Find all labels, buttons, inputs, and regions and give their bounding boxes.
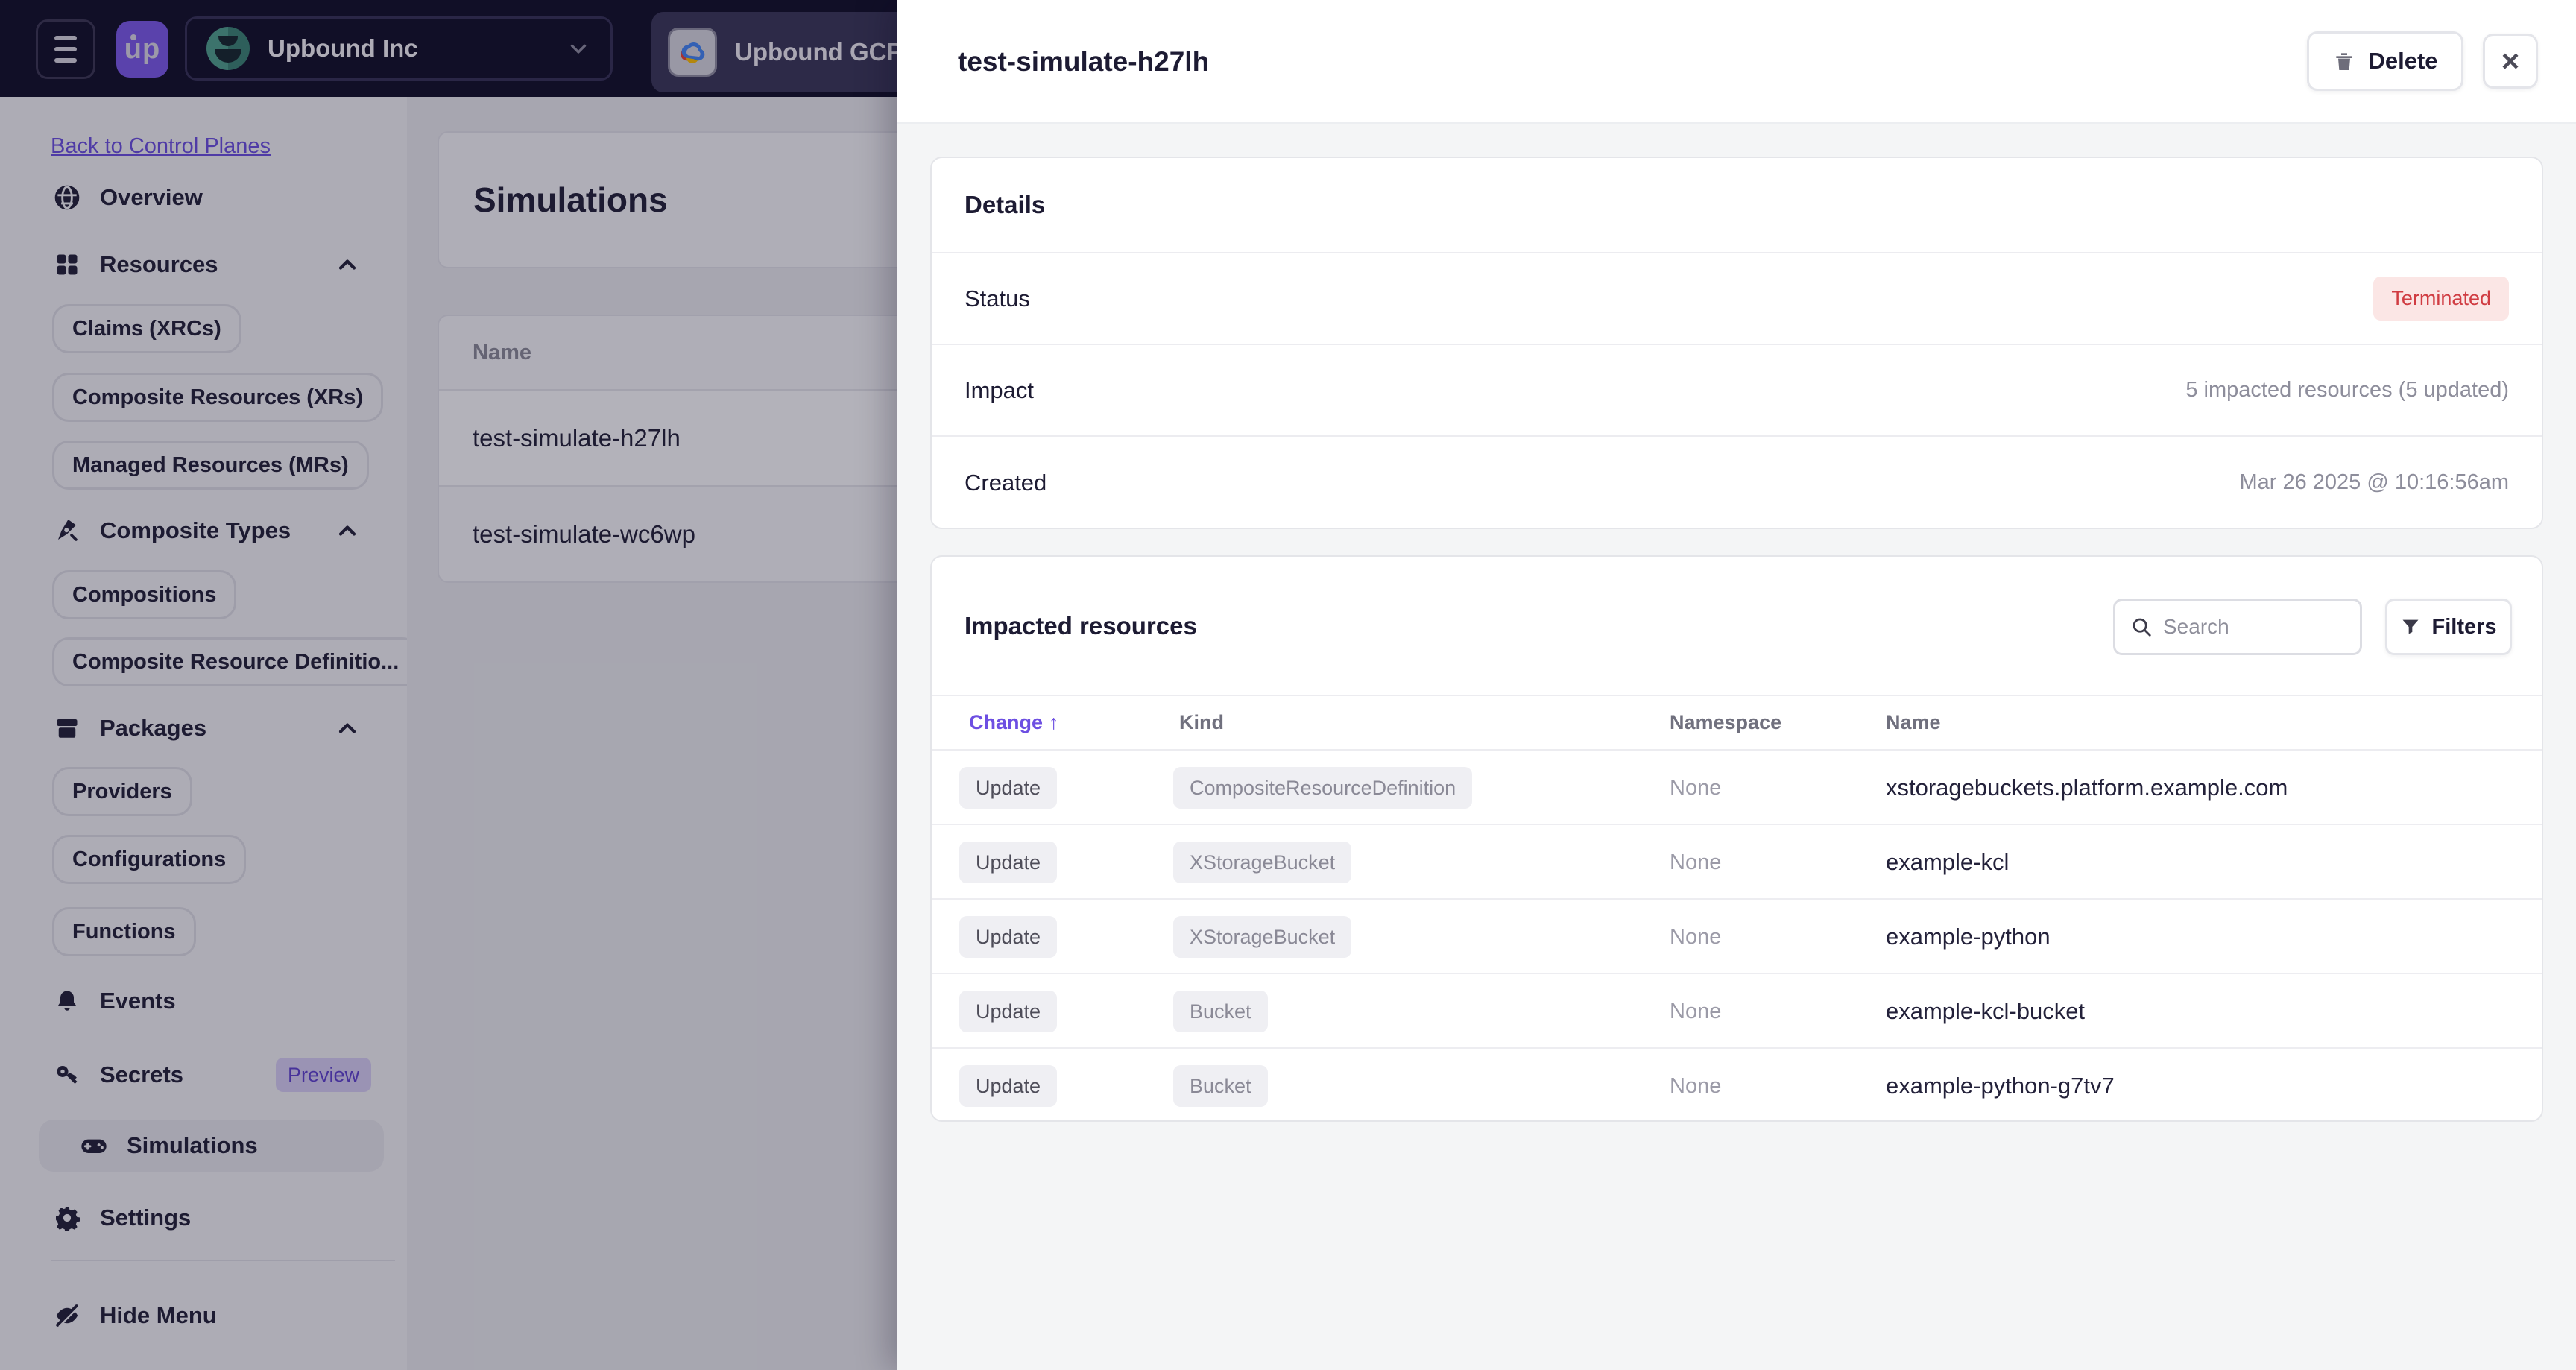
resource-name: example-python xyxy=(1886,924,2051,950)
impact-label: Impact xyxy=(965,376,1035,403)
impacted-heading-row: Impacted resources Filters xyxy=(932,557,2542,695)
impacted-row[interactable]: Update CompositeResourceDefinition None … xyxy=(932,751,2542,825)
filters-label: Filters xyxy=(2431,614,2497,639)
column-header-namespace: Namespace xyxy=(1670,711,1782,733)
kind-chip: XStorageBucket xyxy=(1173,842,1352,883)
delete-button[interactable]: Delete xyxy=(2307,31,2463,91)
resource-name: example-kcl-bucket xyxy=(1886,998,2086,1024)
created-row: Created Mar 26 2025 @ 10:16:56am xyxy=(932,437,2542,528)
kind-chip: CompositeResourceDefinition xyxy=(1173,767,1473,809)
impacted-resources-card: Impacted resources Filters xyxy=(930,555,2543,1122)
impacted-row[interactable]: Update Bucket None example-kcl-bucket xyxy=(932,974,2542,1049)
kind-chip: Bucket xyxy=(1173,991,1268,1032)
status-badge: Terminated xyxy=(2373,277,2509,321)
impacted-row[interactable]: Update XStorageBucket None example-pytho… xyxy=(932,900,2542,974)
namespace-value: None xyxy=(1670,850,1722,874)
search-icon xyxy=(2130,616,2153,638)
details-heading-row: Details xyxy=(932,158,2542,253)
change-chip: Update xyxy=(959,842,1058,883)
details-card: Details Status Terminated Impact 5 impac… xyxy=(930,157,2543,529)
drawer-scrim[interactable] xyxy=(0,0,897,1370)
kind-chip: Bucket xyxy=(1173,1065,1268,1107)
trash-icon xyxy=(2332,49,2356,73)
delete-label: Delete xyxy=(2368,48,2438,74)
namespace-value: None xyxy=(1670,924,1722,949)
resource-name: example-python-g7tv7 xyxy=(1886,1073,2115,1099)
column-header-kind: Kind xyxy=(1179,711,1224,733)
created-label: Created xyxy=(965,469,1047,496)
screen: up Upbound Inc Upbound GCP U Back to Con… xyxy=(0,0,2576,1370)
detail-drawer: test-simulate-h27lh Delete × Details Sta… xyxy=(897,0,2576,1370)
close-icon: × xyxy=(2501,43,2520,78)
created-value: Mar 26 2025 @ 10:16:56am xyxy=(2239,470,2509,494)
details-heading: Details xyxy=(965,191,1046,218)
impact-row: Impact 5 impacted resources (5 updated) xyxy=(932,345,2542,437)
close-button[interactable]: × xyxy=(2483,34,2538,89)
status-label: Status xyxy=(965,285,1030,312)
change-chip: Update xyxy=(959,916,1058,958)
resource-name: example-kcl xyxy=(1886,849,2010,875)
impacted-row[interactable]: Update Bucket None example-python-g7tv7 xyxy=(932,1049,2542,1123)
namespace-value: None xyxy=(1670,775,1722,800)
change-chip: Update xyxy=(959,991,1058,1032)
search-box[interactable] xyxy=(2113,599,2362,655)
drawer-title: test-simulate-h27lh xyxy=(958,46,1210,77)
drawer-body: Details Status Terminated Impact 5 impac… xyxy=(897,124,2576,1370)
status-row: Status Terminated xyxy=(932,253,2542,345)
kind-chip: XStorageBucket xyxy=(1173,916,1352,958)
impact-value: 5 impacted resources (5 updated) xyxy=(2185,378,2509,402)
drawer-header: test-simulate-h27lh Delete × xyxy=(897,0,2576,124)
column-header-change: Change xyxy=(969,711,1044,733)
search-input[interactable] xyxy=(2163,615,2334,639)
filters-button[interactable]: Filters xyxy=(2385,599,2512,655)
namespace-value: None xyxy=(1670,1073,1722,1098)
column-header-change-sort[interactable]: Change ↑ xyxy=(969,711,1059,734)
change-chip: Update xyxy=(959,1065,1058,1107)
sort-arrow-up-icon: ↑ xyxy=(1049,711,1059,733)
column-header-name: Name xyxy=(1886,711,1941,733)
impacted-heading: Impacted resources xyxy=(965,611,1197,640)
impacted-row[interactable]: Update XStorageBucket None example-kcl xyxy=(932,825,2542,900)
change-chip: Update xyxy=(959,767,1058,809)
namespace-value: None xyxy=(1670,999,1722,1023)
resource-name: xstoragebuckets.platform.example.com xyxy=(1886,774,2288,801)
filter-funnel-icon xyxy=(2400,616,2421,637)
impacted-table-header: Change ↑ Kind Namespace Name xyxy=(932,695,2542,751)
